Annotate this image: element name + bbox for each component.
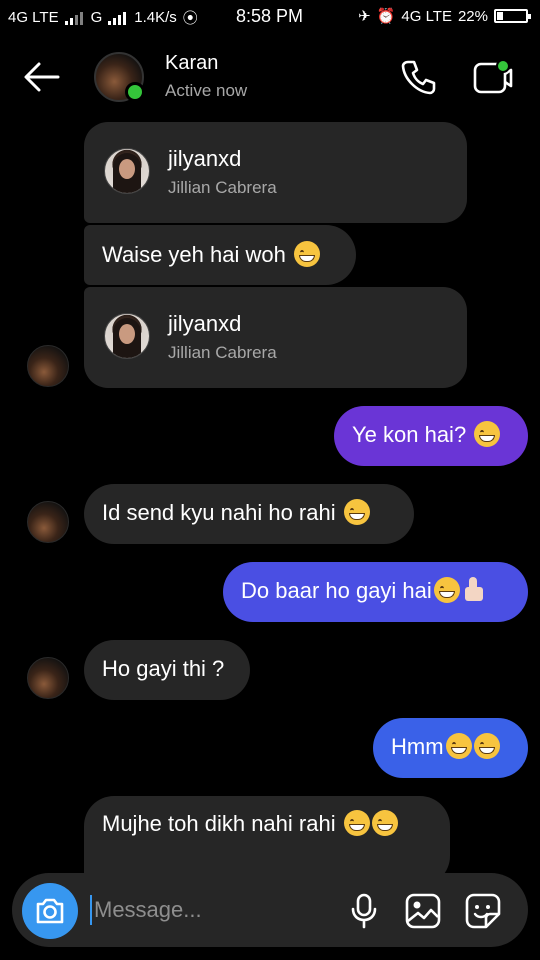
status-bar: 4G LTE G 1.4K/s ⦿ 8:58 PM ✈ ⏰ 4G LTE 22% [0,0,540,34]
grinning-squinting-emoji-icon [433,577,460,603]
shared-full-name: Jillian Cabrera [168,178,277,197]
message-text: Do baar ho gayi hai [241,578,432,603]
hotspot-icon: ⦿ [182,10,198,27]
grinning-squinting-emoji-icon [371,810,398,836]
status-left: 4G LTE G 1.4K/s ⦿ [8,7,198,28]
grinning-squinting-emoji-icon [474,421,501,447]
message-text: Ye kon hai? [352,422,467,447]
grinning-squinting-emoji-icon [445,733,472,759]
contact-status: Active now [165,81,248,100]
contact-avatar[interactable] [94,52,145,102]
online-indicator [125,82,145,102]
network-speed: 1.4K/s [134,9,177,26]
phone-icon[interactable] [400,58,438,96]
message-incoming[interactable]: Waise yeh hai woh [84,225,356,285]
message-outgoing[interactable]: Do baar ho gayi hai [223,562,528,622]
message-text: Hmm [391,734,444,759]
mute-icon: ✈ [358,8,371,25]
grinning-squinting-emoji-icon [343,499,370,525]
sticker-icon[interactable] [464,892,502,930]
grinning-squinting-emoji-icon [473,733,500,759]
network-label-1: 4G LTE [8,9,59,26]
microphone-icon[interactable] [346,892,382,930]
video-call-icon[interactable] [472,58,514,96]
profile-share-card[interactable]: jilyanxd Jillian Cabrera [84,287,467,388]
network-label-3: 4G LTE [401,7,452,25]
chat-header: Karan Active now [0,40,540,112]
message-text: Waise yeh hai woh [102,242,286,267]
network-label-2: G [90,9,103,26]
back-arrow-icon[interactable] [22,60,62,94]
battery-fill [497,12,504,20]
grinning-squinting-emoji-icon [343,810,370,836]
message-text: Ho gayi thi ? [102,656,225,681]
profile-share-card[interactable]: jilyanxd Jillian Cabrera [84,122,467,223]
signal-icon-2 [108,11,128,25]
shared-profile-avatar [104,148,150,194]
gallery-icon[interactable] [404,892,442,930]
shared-username: jilyanxd [168,146,242,171]
shared-username: jilyanxd [168,311,242,336]
signal-icon [64,11,85,25]
shared-full-name: Jillian Cabrera [168,343,277,362]
shared-profile-avatar [104,313,150,359]
thumbs-up-emoji-icon [462,577,486,603]
clock: 8:58 PM [236,6,304,26]
message-outgoing[interactable]: Hmm [373,718,528,778]
sender-avatar[interactable] [27,657,69,699]
message-text: Mujhe toh dikh nahi rahi [102,811,336,836]
message-text: Id send kyu nahi ho rahi [102,500,336,525]
grinning-squinting-emoji-icon [293,241,320,267]
status-right: ✈ ⏰ 4G LTE 22% [358,7,531,25]
sender-avatar[interactable] [27,345,69,387]
camera-button[interactable] [22,883,78,939]
message-incoming[interactable]: Ho gayi thi ? [84,640,250,700]
battery-icon [494,9,531,23]
message-input[interactable] [92,891,336,929]
alarm-icon: ⏰ [376,8,396,25]
message-outgoing[interactable]: Ye kon hai? [334,406,528,466]
sender-avatar[interactable] [27,501,69,543]
message-incoming[interactable]: Id send kyu nahi ho rahi [84,484,414,544]
camera-icon [36,898,64,924]
contact-name[interactable]: Karan [165,52,218,75]
battery-percent: 22% [457,7,488,25]
